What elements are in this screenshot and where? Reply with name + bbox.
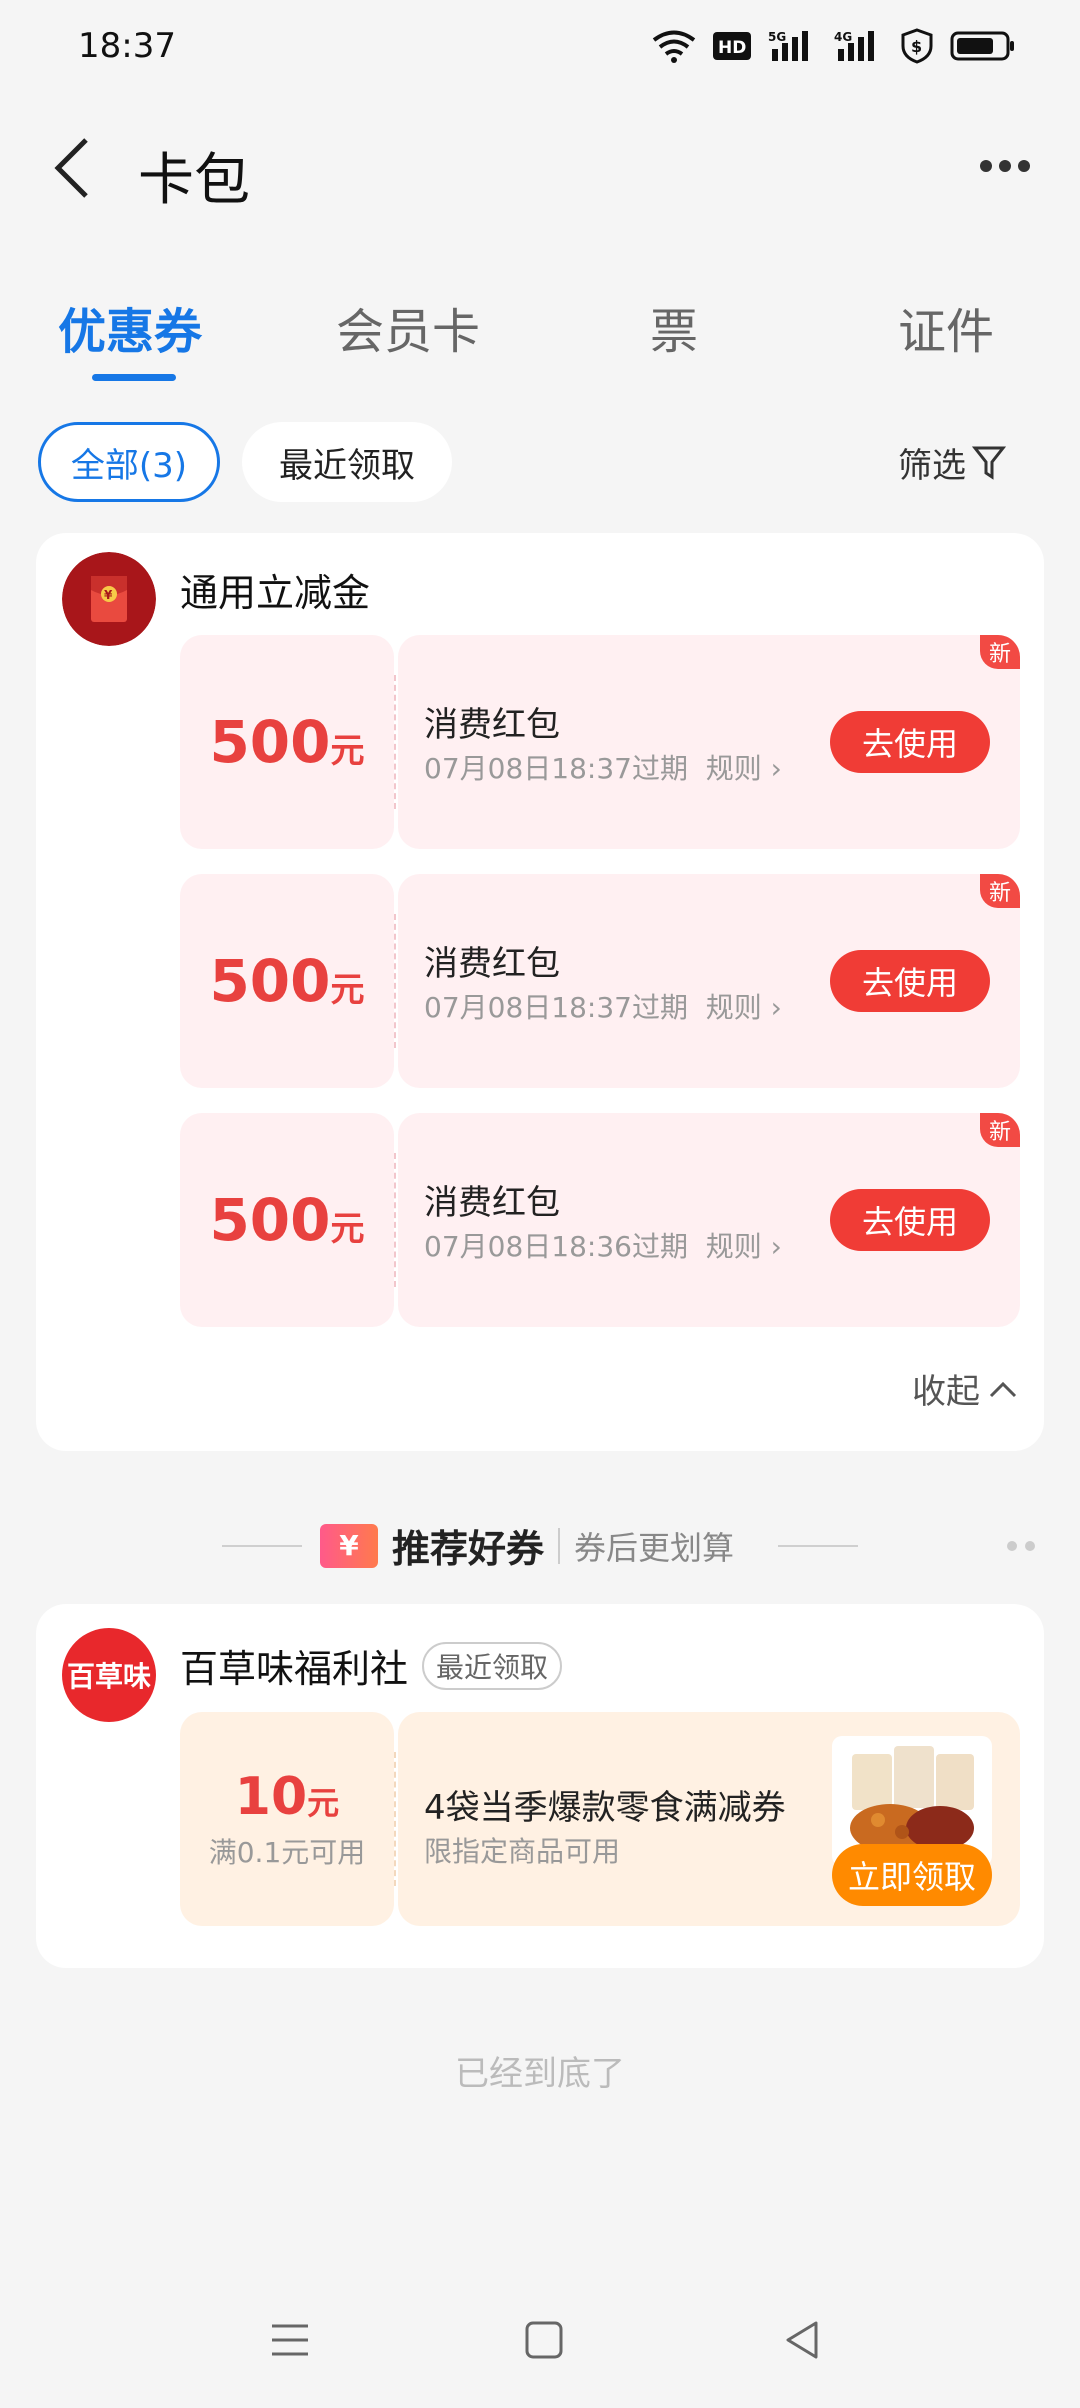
- tab-underline: [92, 374, 176, 381]
- coupon-amount-area: 500元: [180, 874, 394, 1088]
- new-badge: 新: [980, 635, 1020, 669]
- recommend-header: ¥ 推荐好券 券后更划算: [320, 1518, 734, 1573]
- coupon-info-area: 消费红包 07月08日18:36过期 规则 › 去使用 新: [398, 1113, 1020, 1327]
- coupon-name: 4袋当季爆款零食满减券: [424, 1788, 786, 1828]
- coupon-min-spend: 满0.1元可用: [208, 1836, 366, 1869]
- coupon-expire[interactable]: 07月08日18:36过期 规则 ›: [424, 1225, 782, 1265]
- tab-certificates[interactable]: 证件: [898, 292, 994, 362]
- divider-line: [222, 1545, 302, 1547]
- filter-chip-recent[interactable]: 最近领取: [242, 422, 452, 502]
- red-envelope-logo: ¥: [62, 552, 156, 646]
- use-coupon-button[interactable]: 去使用: [830, 711, 990, 773]
- recommend-subtitle: 券后更划算: [574, 1528, 735, 1567]
- filter-button[interactable]: 筛选: [898, 438, 1006, 487]
- coupon-info-area: 4袋当季爆款零食满减券 限指定商品可用 立即领取: [398, 1712, 1020, 1926]
- end-of-list-text: 已经到底了: [455, 2054, 625, 2094]
- battery-icon: [950, 31, 1014, 61]
- back-arrow-icon[interactable]: [50, 136, 100, 200]
- more-icon[interactable]: [978, 154, 1032, 178]
- signal-5g-icon: 5G: [768, 30, 808, 61]
- chevron-up-icon: [989, 1381, 1017, 1397]
- shield-icon: $: [901, 28, 933, 64]
- wifi-icon: [652, 30, 696, 63]
- coupon-item: 500元 消费红包 07月08日18:37过期 规则 › 去使用 新: [180, 635, 1020, 849]
- baicaowei-logo: 百草味: [62, 1628, 156, 1722]
- use-coupon-button[interactable]: 去使用: [830, 1189, 990, 1251]
- tab-coupons[interactable]: 优惠券: [58, 292, 202, 362]
- coupon-item: 500元 消费红包 07月08日18:36过期 规则 › 去使用 新: [180, 1113, 1020, 1327]
- collapse-button[interactable]: 收起: [912, 1364, 1018, 1413]
- status-icons: HD 5G 4G $: [652, 28, 1016, 64]
- use-coupon-button[interactable]: 去使用: [830, 950, 990, 1012]
- coupon-name: 消费红包: [424, 944, 560, 984]
- signal-4g-icon: 4G: [834, 30, 874, 61]
- menu-icon[interactable]: [268, 2318, 312, 2362]
- status-time: 18:37: [78, 26, 176, 66]
- new-badge: 新: [980, 1113, 1020, 1147]
- coupon-amount: 500元: [209, 1186, 365, 1254]
- coupon-amount-area: 500元: [180, 635, 394, 849]
- coupon-expire[interactable]: 07月08日18:37过期 规则 ›: [424, 986, 782, 1026]
- filter-chip-all[interactable]: 全部(3): [38, 422, 220, 502]
- svg-text:5G: 5G: [768, 30, 786, 44]
- filter-label: 筛选: [898, 446, 966, 486]
- svg-text:HD: HD: [718, 38, 746, 58]
- merchant-title: 百草味福利社: [180, 1647, 409, 1691]
- svg-text:¥: ¥: [104, 588, 113, 602]
- hd-icon: HD: [713, 32, 751, 60]
- coupon-expire[interactable]: 07月08日18:37过期 规则 ›: [424, 747, 782, 787]
- coupon-desc: 限指定商品可用: [424, 1835, 621, 1868]
- merchant-coupon: 10元 满0.1元可用 4袋当季爆款零食满减券 限指定商品可用 立即领取: [180, 1712, 1020, 1926]
- more-dots-icon[interactable]: [1006, 1540, 1036, 1552]
- merchant-header: 百草味福利社 最近领取: [180, 1638, 563, 1693]
- svg-text:$: $: [911, 37, 922, 56]
- tab-tickets[interactable]: 票: [650, 292, 698, 362]
- coupon-info-area: 消费红包 07月08日18:37过期 规则 › 去使用 新: [398, 874, 1020, 1088]
- funnel-icon: [972, 446, 1006, 480]
- coupon-amount-area: 500元: [180, 1113, 394, 1327]
- divider-line: [778, 1545, 858, 1547]
- coupon-amount: 500元: [209, 708, 365, 776]
- coupon-item: 500元 消费红包 07月08日18:37过期 规则 › 去使用 新: [180, 874, 1020, 1088]
- new-badge: 新: [980, 874, 1020, 908]
- collapse-label: 收起: [912, 1372, 980, 1412]
- recommend-title: 推荐好券: [392, 1527, 545, 1571]
- page-title: 卡包: [138, 148, 250, 213]
- coupon-info-area: 消费红包 07月08日18:37过期 规则 › 去使用 新: [398, 635, 1020, 849]
- recent-tag: 最近领取: [422, 1641, 563, 1690]
- ticket-icon: ¥: [320, 1523, 378, 1568]
- svg-text:4G: 4G: [834, 30, 852, 44]
- coupon-amount: 500元: [209, 947, 365, 1015]
- home-square-icon[interactable]: [524, 2318, 564, 2362]
- tab-membership-cards[interactable]: 会员卡: [336, 292, 480, 362]
- claim-coupon-button[interactable]: 立即领取: [832, 1844, 992, 1906]
- group-title: 通用立减金: [180, 571, 371, 615]
- coupon-amount-area: 10元 满0.1元可用: [180, 1712, 394, 1926]
- coupon-name: 消费红包: [424, 1183, 560, 1223]
- back-triangle-icon[interactable]: [782, 2318, 822, 2362]
- coupon-amount: 10元: [234, 1767, 340, 1827]
- coupon-name: 消费红包: [424, 705, 560, 745]
